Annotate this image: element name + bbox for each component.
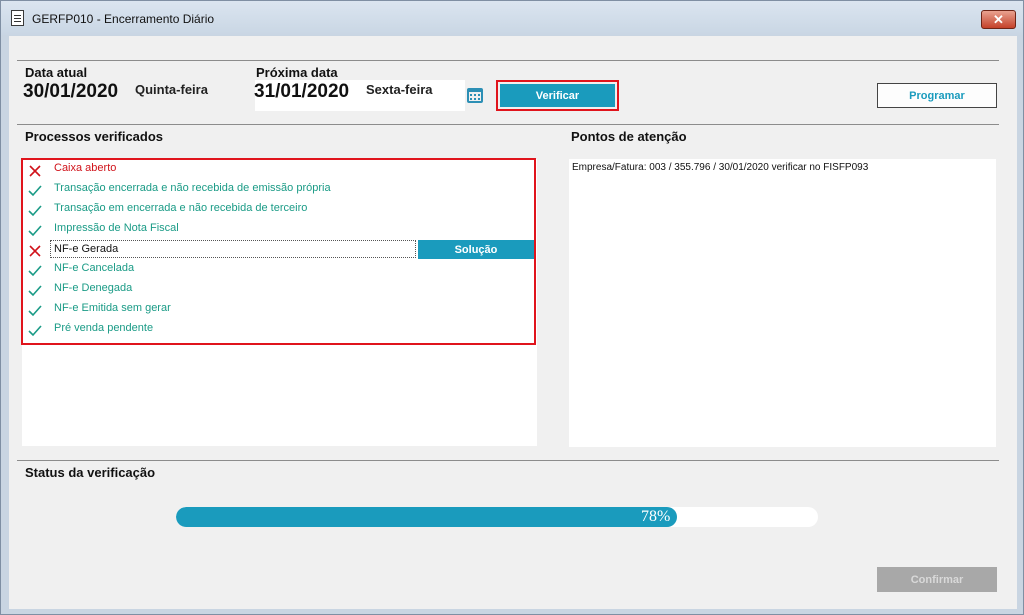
status-header: Status da verificação [25, 465, 156, 480]
process-item[interactable]: Transação em encerrada e não recebida de… [22, 200, 528, 220]
process-item-label: Transação encerrada e não recebida de em… [54, 182, 331, 194]
check-icon [28, 285, 42, 297]
title-bar: GERFP010 - Encerramento Diário ✕ [1, 1, 1023, 35]
process-item[interactable]: Transação encerrada e não recebida de em… [22, 180, 528, 200]
document-icon [11, 10, 24, 26]
x-icon [29, 165, 41, 177]
processes-header: Processos verificados [25, 129, 164, 144]
process-item[interactable]: NF-e Cancelada [22, 260, 528, 280]
attention-text: Empresa/Fatura: 003 / 355.796 / 30/01/20… [572, 162, 869, 173]
check-icon [28, 265, 42, 277]
next-date-label: Próxima data [256, 65, 338, 80]
process-item[interactable]: NF-e Denegada [22, 280, 528, 300]
process-item-label: Caixa aberto [54, 162, 117, 174]
process-item[interactable]: Pré venda pendente [22, 320, 528, 340]
main-window: GERFP010 - Encerramento Diário ✕ Data at… [0, 0, 1024, 615]
check-icon [28, 205, 42, 217]
current-weekday: Quinta-feira [135, 82, 208, 97]
process-item-label: Transação em encerrada e não recebida de… [54, 202, 308, 214]
x-icon [29, 245, 41, 257]
divider-bottom [17, 460, 999, 461]
process-item-label: Impressão de Nota Fiscal [54, 222, 179, 234]
program-button[interactable]: Programar [877, 83, 997, 108]
progress-fill [176, 507, 677, 527]
attention-panel: Empresa/Fatura: 003 / 355.796 / 30/01/20… [569, 159, 996, 447]
process-item[interactable]: NF-e Emitida sem gerar [22, 300, 528, 320]
next-weekday: Sexta-feira [366, 82, 433, 97]
check-icon [28, 325, 42, 337]
solution-button[interactable]: Solução [418, 240, 534, 259]
process-item-label: Pré venda pendente [54, 322, 154, 334]
current-date-label: Data atual [25, 65, 88, 80]
calendar-icon[interactable] [467, 88, 483, 103]
process-item-label: NF-e Denegada [54, 282, 133, 294]
close-button[interactable]: ✕ [981, 10, 1016, 29]
attention-header: Pontos de atenção [571, 129, 687, 144]
check-icon [28, 305, 42, 317]
window-title: GERFP010 - Encerramento Diário [32, 12, 215, 26]
current-date-value: 30/01/2020 [23, 81, 119, 102]
process-item[interactable]: Impressão de Nota Fiscal [22, 220, 528, 240]
verify-button[interactable]: Verificar [496, 80, 619, 111]
check-icon [28, 185, 42, 197]
client-area: Data atual 30/01/2020 Quinta-feira Próxi… [9, 36, 1017, 609]
divider-middle [17, 124, 999, 125]
process-item[interactable]: Caixa aberto [22, 160, 528, 180]
confirm-button[interactable]: Confirmar [877, 567, 997, 592]
next-date-value: 31/01/2020 [254, 81, 350, 102]
process-item-label: NF-e Emitida sem gerar [54, 302, 171, 314]
process-item-label: NF-e Cancelada [54, 262, 135, 274]
progress-text: 78% [641, 508, 671, 525]
check-icon [28, 225, 42, 237]
divider-top [17, 60, 999, 61]
process-item[interactable]: NF-e Gerada Solução [22, 240, 534, 260]
process-item-label: NF-e Gerada [50, 240, 416, 258]
progress-bar [176, 507, 818, 527]
